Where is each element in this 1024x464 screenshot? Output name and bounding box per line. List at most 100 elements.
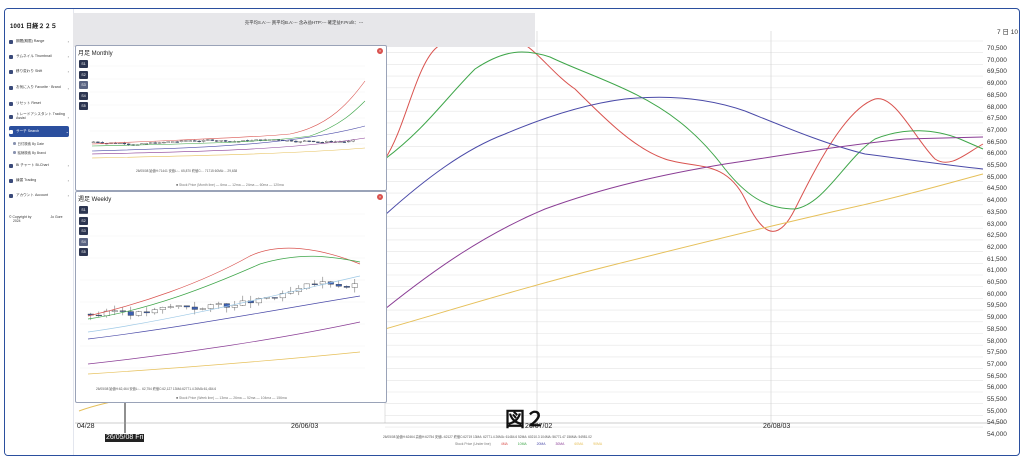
candle-body xyxy=(254,139,259,141)
candle-body xyxy=(179,140,184,142)
candle-body xyxy=(127,311,134,316)
status-text: 売平均S.A:--- 買平均B.A:--- 含み益HTP:--- 確定益F.Pr… xyxy=(244,20,364,25)
candle-body xyxy=(329,141,333,143)
candle-body xyxy=(197,140,201,143)
candle-body xyxy=(316,141,320,143)
app-window: 1001 日経２２５ 期間(期限) Range › サムネイル Thumbnail… xyxy=(4,8,1020,456)
y-tick-label: 60,500 xyxy=(987,279,1007,286)
y-tick-label: 67,500 xyxy=(987,115,1007,123)
weekly-title: 週足 Weekly xyxy=(78,197,112,203)
figure-label: 図２ xyxy=(505,409,545,431)
candle-body xyxy=(122,142,127,145)
y-tick-label: 65,500 xyxy=(987,162,1007,169)
candle-body xyxy=(144,143,149,145)
candle-body xyxy=(96,141,100,143)
y-tick-label: 64,500 xyxy=(987,185,1007,193)
status-bar: 売平均S.A:--- 買平均B.A:--- 含み益HTP:--- 確定益F.Pr… xyxy=(73,13,535,47)
candle-body xyxy=(143,311,150,314)
candle-body xyxy=(335,284,342,287)
y-tick-label: 59,000 xyxy=(987,314,1007,322)
candle-body xyxy=(325,141,329,143)
ma-line xyxy=(87,321,361,365)
y-tick-label: 59,500 xyxy=(987,302,1007,310)
weekly-chart[interactable] xyxy=(80,204,380,382)
close-icon[interactable]: × xyxy=(377,48,383,54)
ma-line xyxy=(87,351,361,375)
candle-body xyxy=(311,140,316,143)
candle-body xyxy=(184,140,188,142)
candle-body xyxy=(307,140,311,142)
ma-line xyxy=(87,255,361,320)
main-readout: 26/05/08 始値H:62464 高値H:62754 安値L:62127 終… xyxy=(383,435,592,439)
candle-body xyxy=(127,143,131,145)
candle-body xyxy=(193,140,197,142)
candle-body xyxy=(215,140,219,142)
monthly-s4-button[interactable]: S4 xyxy=(79,91,88,100)
monthly-chart[interactable] xyxy=(90,56,380,166)
y-tick-label: 69,000 xyxy=(987,80,1007,88)
y-tick-label: 55,500 xyxy=(987,396,1007,403)
y-tick-label: 70,000 xyxy=(987,56,1007,64)
candle-body xyxy=(223,140,228,142)
monthly-readout: 26/05/08 始値H:71441 安値L:... 65,870 終値C:..… xyxy=(136,169,238,173)
selected-date: 26/05/08 Fri xyxy=(105,434,145,442)
candle-body xyxy=(183,305,190,308)
y-tick-label: 68,000 xyxy=(987,103,1007,111)
candle-body xyxy=(319,281,326,285)
y-tick-label: 57,000 xyxy=(987,360,1007,368)
candle-body xyxy=(157,142,162,144)
y-tick-label: 54,000 xyxy=(987,431,1007,439)
candle-body xyxy=(140,143,144,145)
y-axis-top-label: 7 日 10 xyxy=(997,29,1018,36)
y-tick-label: 67,000 xyxy=(987,126,1007,134)
monthly-s5-button[interactable]: S5 xyxy=(79,102,88,110)
candle-body xyxy=(219,140,223,142)
x-label-1: 26/06/03 xyxy=(291,423,319,430)
x-label-3: 26/08/03 xyxy=(763,423,791,430)
close-icon[interactable]: × xyxy=(377,194,383,200)
monthly-series-buttons: S1 S2 S3 S4 S5 xyxy=(79,60,88,113)
candle-body xyxy=(166,141,171,143)
weekly-legend: ■ Stock Price (Week line) — 13ma — 26ma … xyxy=(176,396,287,400)
y-tick-label: 61,000 xyxy=(987,267,1007,275)
monthly-s2-button[interactable]: S2 xyxy=(79,70,88,79)
y-tick-label: 54,500 xyxy=(987,419,1007,427)
monthly-s3-button[interactable]: S3 xyxy=(79,81,88,89)
candle-body xyxy=(91,141,96,143)
candle-body xyxy=(207,304,214,309)
monthly-s1-button[interactable]: S1 xyxy=(79,60,88,68)
candle-body xyxy=(343,286,350,288)
candle-body xyxy=(294,140,298,143)
y-tick-label: 58,500 xyxy=(987,325,1007,333)
candle-body xyxy=(100,142,105,144)
monthly-legend: ■ Stock Price (Month line) — 6ma — 12ma … xyxy=(176,183,284,187)
candle-body xyxy=(351,283,358,288)
candle-body xyxy=(149,142,153,144)
monthly-panel[interactable]: 月足 Monthly × S1 S2 S3 S4 S5 26/05/08 始値H… xyxy=(75,45,387,191)
y-tick-label: 55,000 xyxy=(987,407,1007,415)
candle-body xyxy=(135,311,142,316)
y-tick-label: 65,000 xyxy=(987,173,1007,181)
candle-body xyxy=(175,141,179,143)
candle-body xyxy=(111,310,118,312)
candle-body xyxy=(199,308,206,310)
ma-line xyxy=(91,137,366,155)
candle-body xyxy=(153,142,157,144)
y-tick-label: 64,000 xyxy=(987,197,1007,205)
y-tick-label: 66,000 xyxy=(987,150,1007,158)
y-tick-label: 66,500 xyxy=(987,138,1007,146)
candle-body xyxy=(231,305,238,308)
candle-body xyxy=(206,139,210,141)
candle-body xyxy=(342,141,347,143)
candle-body xyxy=(303,140,307,142)
weekly-panel[interactable]: 週足 Weekly × S1 S2 S3 S4 S5 26/05/08 始値H:… xyxy=(75,191,387,403)
candle-body xyxy=(201,140,206,142)
y-tick-label: 58,000 xyxy=(987,337,1007,345)
candle-body xyxy=(320,142,325,144)
y-tick-label: 61,500 xyxy=(987,255,1007,263)
candle-body xyxy=(175,305,182,307)
candle-body xyxy=(311,283,318,285)
weekly-readout: 26/05/08 始値H:62,464 安値L:... 62,754 終値C:6… xyxy=(96,387,217,391)
candle-body xyxy=(159,307,166,310)
y-tick-label: 62,500 xyxy=(987,232,1007,240)
